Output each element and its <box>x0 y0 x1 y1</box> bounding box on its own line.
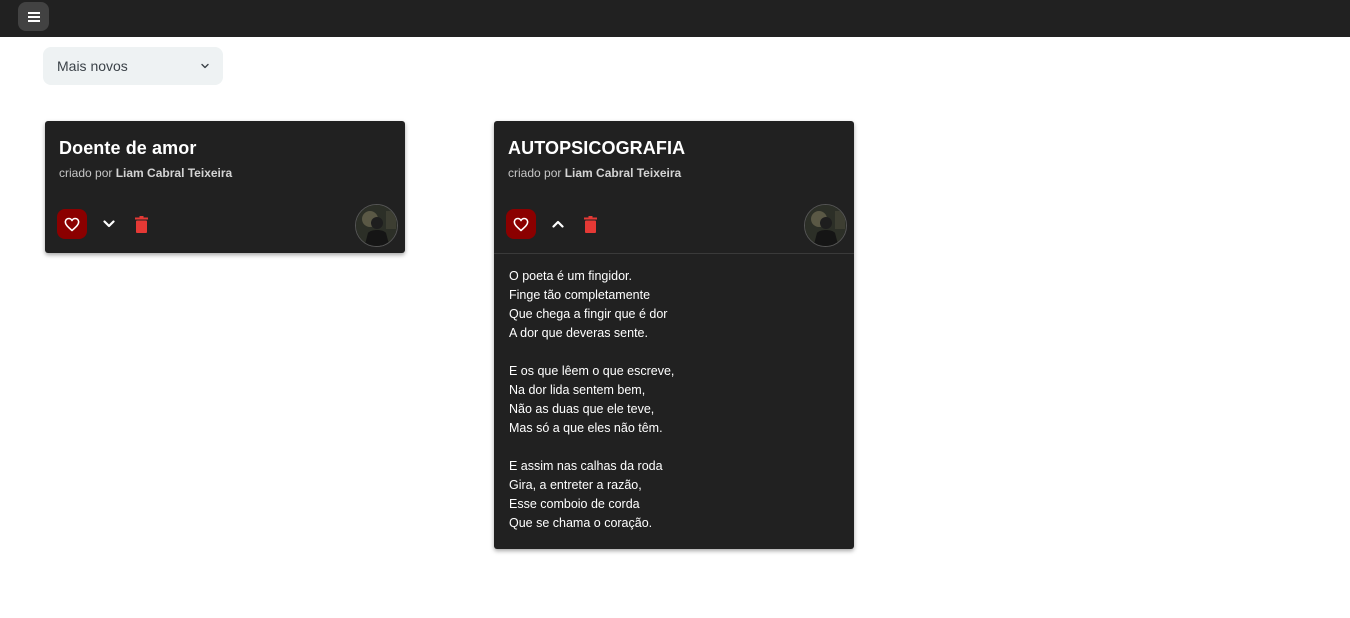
poem-line: Na dor lida sentem bem, <box>509 383 646 397</box>
like-button[interactable] <box>506 209 536 239</box>
post-author: Liam Cabral Teixeira <box>115 166 233 180</box>
collapse-button[interactable] <box>548 214 568 234</box>
heart-outline-icon <box>513 217 529 231</box>
chevron-down-icon <box>201 63 209 69</box>
poem-line: Que chega a fingir que é dor <box>509 307 668 321</box>
poem-line: A dor que deveras sente. <box>509 326 648 340</box>
poem-line: Gira, a entreter a razão, <box>509 478 642 492</box>
poem-body: O poeta é um fingidor. Finge tão complet… <box>509 267 839 533</box>
post-title: AUTOPSICOGRAFIA <box>508 138 686 158</box>
poem-line: O poeta é um fingidor. <box>509 269 632 283</box>
heart-outline-icon <box>64 217 80 231</box>
trash-icon <box>134 215 148 233</box>
post-title: Doente de amor <box>59 138 197 158</box>
post-author: Liam Cabral Teixeira <box>564 166 682 180</box>
like-button[interactable] <box>57 209 87 239</box>
chevron-up-icon <box>552 220 564 228</box>
post-card: AUTOPSICOGRAFIA criado por Liam Cabral T… <box>494 121 854 549</box>
sort-select-value: Mais novos <box>57 58 128 74</box>
poem-stanza: E os que lêem o que escreve, Na dor lida… <box>509 362 839 438</box>
poem-line: Não as duas que ele teve, <box>509 402 655 416</box>
poem-line: Esse comboio de corda <box>509 497 640 511</box>
card-divider <box>494 253 854 254</box>
delete-button[interactable] <box>133 214 149 234</box>
byline-label: criado por <box>59 166 113 180</box>
post-byline: criado por Liam Cabral Teixeira <box>59 166 232 180</box>
poem-line: E assim nas calhas da roda <box>509 459 663 473</box>
trash-icon <box>583 215 597 233</box>
byline-label: criado por <box>508 166 562 180</box>
poem-line: Que se chama o coração. <box>509 516 653 530</box>
delete-button[interactable] <box>582 214 598 234</box>
poem-line: Mas só a que eles não têm. <box>509 421 663 435</box>
poem-stanza: E assim nas calhas da roda Gira, a entre… <box>509 457 839 533</box>
poem-line: E os que lêem o que escreve, <box>509 364 675 378</box>
author-avatar[interactable] <box>355 204 398 247</box>
chevron-down-icon <box>103 220 115 228</box>
sort-select[interactable]: Mais novos <box>43 47 223 85</box>
expand-button[interactable] <box>99 214 119 234</box>
poem-stanza: O poeta é um fingidor. Finge tão complet… <box>509 267 839 343</box>
menu-button[interactable] <box>18 2 49 31</box>
poem-line: Finge tão completamente <box>509 288 651 302</box>
hamburger-menu-icon <box>27 11 40 22</box>
post-card: Doente de amor criado por Liam Cabral Te… <box>45 121 405 253</box>
avatar-photo <box>356 205 397 246</box>
post-byline: criado por Liam Cabral Teixeira <box>508 166 681 180</box>
top-app-bar <box>0 0 1350 37</box>
avatar-photo <box>805 205 846 246</box>
author-avatar[interactable] <box>804 204 847 247</box>
